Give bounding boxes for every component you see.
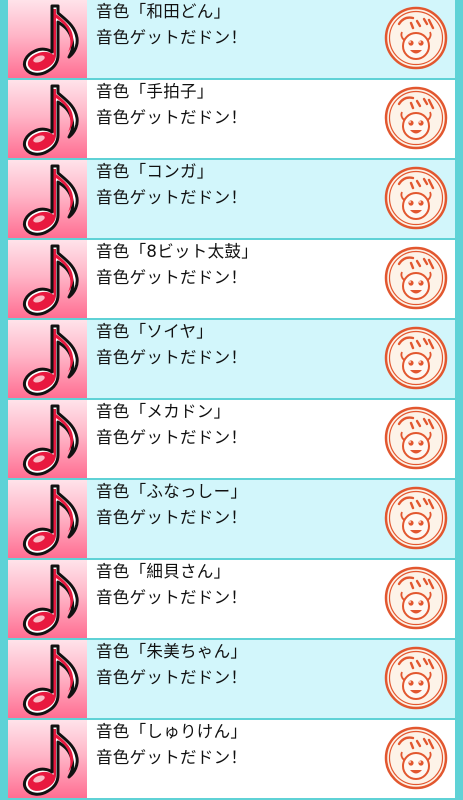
item-subtitle: 音色ゲットだドン！ [96,748,248,767]
item-title: 音色「手拍子」 [96,82,214,101]
item-subtitle: 音色ゲットだドン！ [96,348,248,367]
list-item[interactable]: 音色「しゅりけん」 音色ゲットだドン！ [0,720,463,800]
get-stamp-icon [384,726,448,790]
music-note-icon [8,400,87,478]
music-note-icon [8,80,87,158]
get-stamp-icon [384,6,448,70]
get-stamp-icon [384,246,448,310]
music-note-icon [8,160,87,238]
list-item[interactable]: 音色「和田どん」 音色ゲットだドン！ [0,0,463,80]
music-note-icon [8,640,87,718]
list-item[interactable]: 音色「コンガ」 音色ゲットだドン！ [0,160,463,240]
music-note-icon [8,480,87,558]
item-title: 音色「しゅりけん」 [96,722,248,741]
music-note-icon [8,320,87,398]
item-title: 音色「メカドン」 [96,402,231,421]
get-stamp-icon [384,86,448,150]
item-subtitle: 音色ゲットだドン！ [96,188,248,207]
music-note-icon [8,0,87,78]
list-item[interactable]: 音色「メカドン」 音色ゲットだドン！ [0,400,463,480]
get-stamp-icon [384,486,448,550]
item-subtitle: 音色ゲットだドン！ [96,588,248,607]
item-subtitle: 音色ゲットだドン！ [96,108,248,127]
item-title: 音色「コンガ」 [96,162,214,181]
get-stamp-icon [384,406,448,470]
list-item[interactable]: 音色「手拍子」 音色ゲットだドン！ [0,80,463,160]
item-subtitle: 音色ゲットだドン！ [96,268,248,287]
get-stamp-icon [384,166,448,230]
item-title: 音色「8ビット太鼓」 [96,242,258,261]
music-note-icon [8,560,87,638]
list-item[interactable]: 音色「8ビット太鼓」 音色ゲットだドン！ [0,240,463,320]
item-subtitle: 音色ゲットだドン！ [96,508,248,527]
item-title: 音色「ソイヤ」 [96,322,214,341]
list-item[interactable]: 音色「ふなっしー」 音色ゲットだドン！ [0,480,463,560]
item-title: 音色「和田どん」 [96,2,231,21]
music-note-icon [8,720,87,798]
list-item[interactable]: 音色「ソイヤ」 音色ゲットだドン！ [0,320,463,400]
get-stamp-icon [384,646,448,710]
item-subtitle: 音色ゲットだドン！ [96,428,248,447]
music-note-icon [8,240,87,318]
list-item[interactable]: 音色「朱美ちゃん」 音色ゲットだドン！ [0,640,463,720]
item-subtitle: 音色ゲットだドン！ [96,668,248,687]
get-stamp-icon [384,326,448,390]
get-stamp-icon [384,566,448,630]
item-title: 音色「細貝さん」 [96,562,231,581]
item-title: 音色「ふなっしー」 [96,482,248,501]
item-title: 音色「朱美ちゃん」 [96,642,248,661]
item-subtitle: 音色ゲットだドン！ [96,28,248,47]
list-item[interactable]: 音色「細貝さん」 音色ゲットだドン！ [0,560,463,640]
sound-unlock-list: 音色「和田どん」 音色ゲットだドン！ 音色「手拍子」 音色ゲットだドン！ 音色「… [0,0,463,800]
